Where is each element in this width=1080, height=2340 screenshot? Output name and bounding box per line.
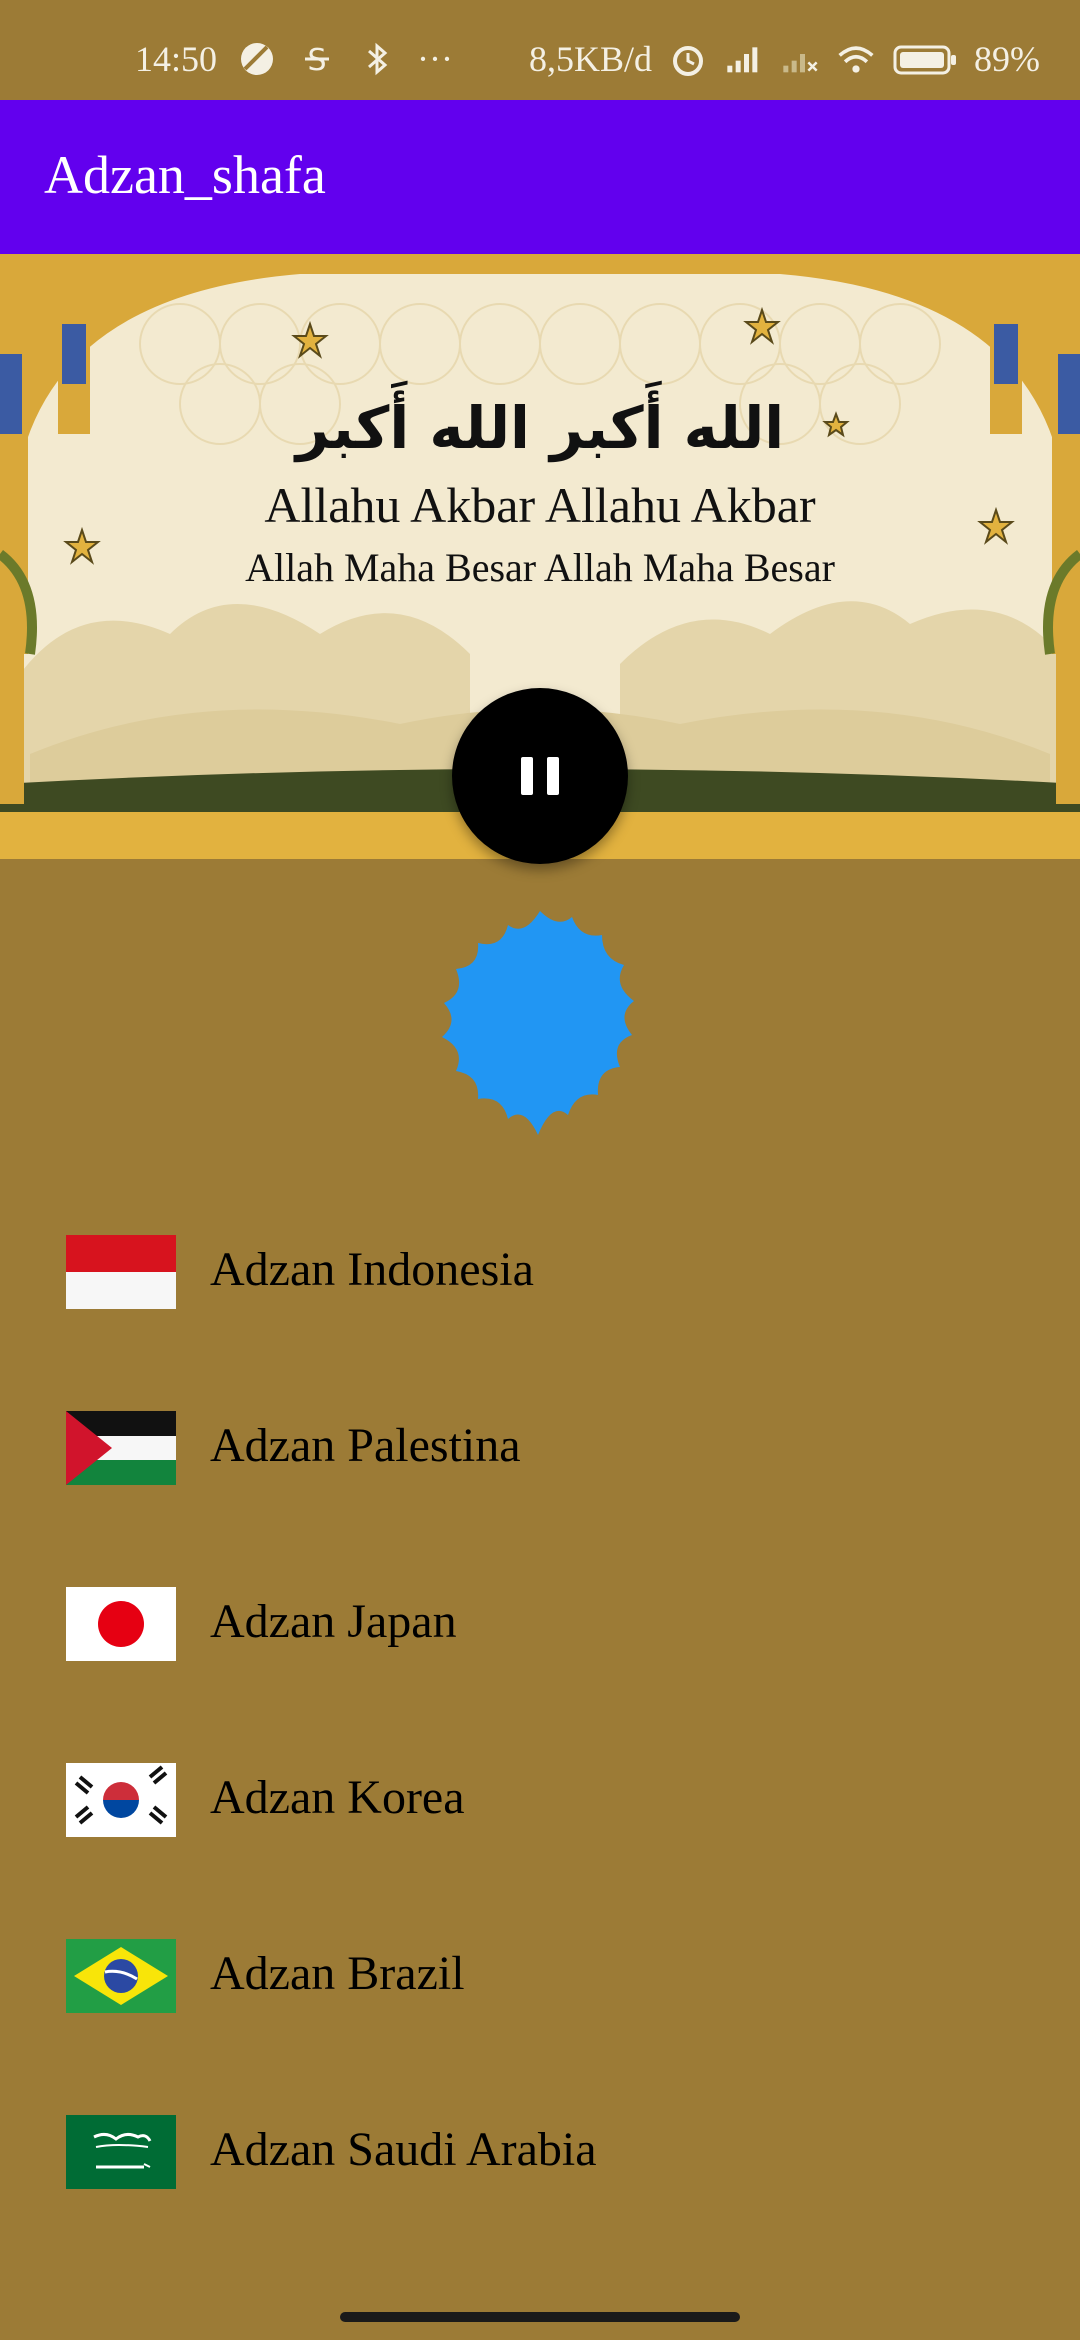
brazil-flag-icon (66, 1939, 176, 2013)
wifi-icon (838, 46, 874, 73)
palestine-flag-icon (66, 1411, 176, 1485)
list-item-saudi-arabia[interactable]: Adzan Saudi Arabia (0, 2090, 1080, 2210)
list-item-label: Adzan Palestina (210, 1419, 521, 1472)
audio-visualizer-blob (442, 911, 634, 1135)
list-item-palestina[interactable]: Adzan Palestina (0, 1386, 1080, 1506)
status-bar: 14:50 S ··· 8,5KB/d (0, 0, 1080, 100)
list-item-label: Adzan Brazil (210, 1947, 465, 2000)
list-item-label: Adzan Japan (210, 1595, 457, 1648)
arabic-text: الله أَكبر الله أَكبر (295, 394, 785, 462)
gesture-navigation-bar[interactable] (340, 2312, 740, 2322)
meaning-text: Allah Maha Besar Allah Maha Besar (245, 545, 835, 590)
app-title: Adzan_shafa (44, 145, 326, 205)
battery-icon (893, 45, 956, 75)
battery-level: 89% (974, 39, 1040, 79)
status-right: 8,5KB/d 89% (529, 38, 1040, 80)
alarm-icon (673, 46, 703, 76)
signal-no-service-icon (783, 54, 818, 73)
list-item-korea[interactable]: Adzan Korea (0, 1738, 1080, 1858)
network-speed: 8,5KB/d (528, 39, 652, 79)
korea-flag-icon (66, 1763, 176, 1837)
bluetooth-icon (368, 42, 388, 76)
latin-transliteration: Allahu Akbar Allahu Akbar (264, 477, 816, 533)
sync-icon: S (305, 43, 330, 78)
moon-icon (241, 43, 274, 75)
list-item-brazil[interactable]: Adzan Brazil (0, 1914, 1080, 2034)
japan-flag-icon (66, 1587, 176, 1661)
status-time: 14:50 (135, 39, 218, 79)
saudi-arabia-flag-icon (66, 2115, 176, 2189)
list-item-label: Adzan Saudi Arabia (210, 2123, 597, 2176)
app-bar: Adzan_shafa (0, 100, 1080, 254)
pause-button[interactable] (452, 688, 628, 864)
signal-icon (727, 47, 758, 73)
list-item-japan[interactable]: Adzan Japan (0, 1562, 1080, 1682)
list-item-indonesia[interactable]: Adzan Indonesia (0, 1210, 1080, 1330)
list-item-label: Adzan Korea (210, 1771, 465, 1824)
status-left: 14:50 S ··· (135, 38, 453, 80)
more-notifications: ··· (417, 39, 453, 79)
list-item-label: Adzan Indonesia (210, 1243, 534, 1296)
indonesia-flag-icon (66, 1235, 176, 1309)
pause-icon (521, 757, 559, 795)
